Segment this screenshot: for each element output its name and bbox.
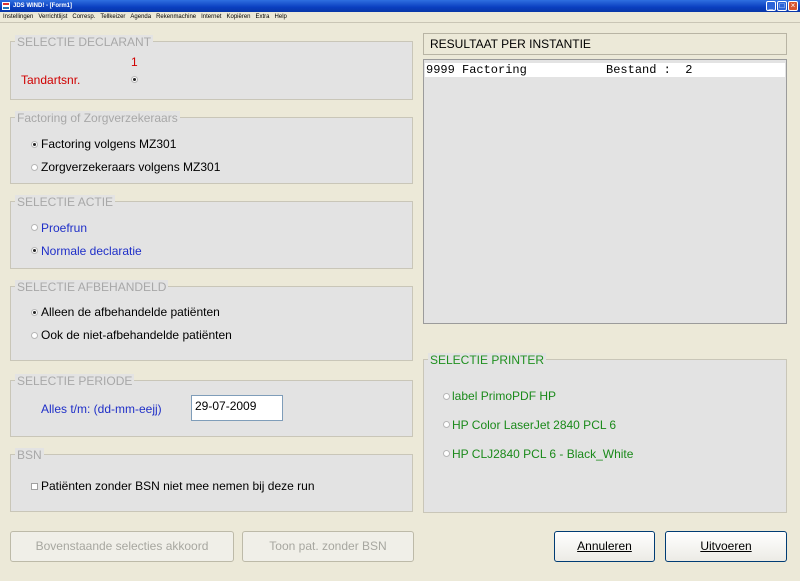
menu-item-verrichtlijst[interactable]: Verrichtlijst <box>35 12 69 23</box>
close-button[interactable]: × <box>788 1 798 11</box>
result-list[interactable]: 9999 Factoring Bestand : 2 <box>423 59 787 324</box>
title-bar: JDS WIND! - [Form1] _ □ × <box>0 0 800 12</box>
periode-label: Alles t/m: (dd-mm-eejj) <box>41 402 162 416</box>
afbehandeld-group: SELECTIE AFBEHANDELD Alleen de afbehande… <box>10 280 413 361</box>
bsn-group: BSN Patiënten zonder BSN niet mee nemen … <box>10 448 413 512</box>
printer-group: SELECTIE PRINTER label PrimoPDF HP HP Co… <box>423 353 787 513</box>
periode-date-input[interactable]: 29-07-2009 <box>191 395 283 421</box>
printer-radio-primopdf[interactable] <box>443 393 450 400</box>
list-item[interactable]: 9999 Factoring Bestand : 2 <box>425 63 785 77</box>
factoring-radio[interactable] <box>31 141 38 148</box>
zorgverzekeraars-radio[interactable] <box>31 164 38 171</box>
ook-niet-afbehandelde-label: Ook de niet-afbehandelde patiënten <box>41 328 232 342</box>
afbehandeld-legend: SELECTIE AFBEHANDELD <box>15 280 169 294</box>
alleen-afbehandelde-label: Alleen de afbehandelde patiënten <box>41 305 220 319</box>
actie-legend: SELECTIE ACTIE <box>15 195 116 209</box>
declarant-legend: SELECTIE DECLARANT <box>15 35 154 49</box>
tandartsnr-radio[interactable] <box>131 76 138 83</box>
printer-radio-color-laserjet[interactable] <box>443 421 450 428</box>
declarant-count: 1 <box>131 55 138 69</box>
periode-legend: SELECTIE PERIODE <box>15 374 135 388</box>
proefrun-radio[interactable] <box>31 224 38 231</box>
menu-item-instellingen[interactable]: Instellingen <box>0 12 35 23</box>
uitvoeren-button-label: Uitvoeren <box>700 539 752 553</box>
actie-group: SELECTIE ACTIE Proefrun Normale declarat… <box>10 195 413 269</box>
menu-item-kopieren[interactable]: Kopiëren <box>223 12 252 23</box>
ook-niet-afbehandelde-radio[interactable] <box>31 332 38 339</box>
factoring-option-label: Factoring volgens MZ301 <box>41 137 177 151</box>
bsn-legend: BSN <box>15 448 44 462</box>
bsn-checkbox[interactable] <box>31 483 38 490</box>
menu-item-corresp[interactable]: Corresp. <box>69 12 97 23</box>
normale-declaratie-label: Normale declaratie <box>41 244 142 258</box>
printer-option-color-laserjet: HP Color LaserJet 2840 PCL 6 <box>452 418 617 432</box>
proefrun-label: Proefrun <box>41 221 88 235</box>
uitvoeren-button[interactable]: Uitvoeren <box>665 531 787 562</box>
zorgverzekeraars-option-label: Zorgverzekeraars volgens MZ301 <box>41 160 221 174</box>
restore-button[interactable]: □ <box>777 1 787 11</box>
factoring-legend: Factoring of Zorgverzekeraars <box>15 111 180 125</box>
annuleren-button-label: Annuleren <box>577 539 632 553</box>
bsn-checkbox-label: Patiënten zonder BSN niet mee nemen bij … <box>41 479 315 493</box>
normale-declaratie-radio[interactable] <box>31 247 38 254</box>
printer-legend: SELECTIE PRINTER <box>428 353 547 367</box>
printer-option-primopdf: label PrimoPDF HP <box>452 389 557 403</box>
menu-item-rekenmachine[interactable]: Rekenmachine <box>153 12 198 23</box>
menu-bar: Instellingen Verrichtlijst Corresp. Tell… <box>0 12 800 23</box>
menu-item-agenda[interactable]: Agenda <box>127 12 153 23</box>
tandartsnr-label: Tandartsnr. <box>21 73 81 87</box>
alleen-afbehandelde-radio[interactable] <box>31 309 38 316</box>
menu-item-extra[interactable]: Extra <box>253 12 272 23</box>
factoring-group: Factoring of Zorgverzekeraars Factoring … <box>10 111 413 184</box>
menu-item-internet[interactable]: Internet <box>198 12 223 23</box>
menu-item-help[interactable]: Help <box>272 12 289 23</box>
annuleren-button[interactable]: Annuleren <box>554 531 655 562</box>
result-header: RESULTAAT PER INSTANTIE <box>423 33 787 55</box>
minimize-button[interactable]: _ <box>766 1 776 11</box>
printer-option-black-white: HP CLJ2840 PCL 6 - Black_White <box>452 447 634 461</box>
app-flag-icon <box>2 2 10 10</box>
menu-item-tellkeizer[interactable]: Tellkeizer <box>97 12 127 23</box>
toon-zonder-bsn-button[interactable]: Toon pat. zonder BSN <box>242 531 414 562</box>
printer-radio-black-white[interactable] <box>443 450 450 457</box>
selecties-akkoord-button[interactable]: Bovenstaande selecties akkoord <box>10 531 234 562</box>
window-title: JDS WIND! - [Form1] <box>13 3 72 9</box>
declarant-group: SELECTIE DECLARANT 1 Tandartsnr. <box>10 35 413 100</box>
